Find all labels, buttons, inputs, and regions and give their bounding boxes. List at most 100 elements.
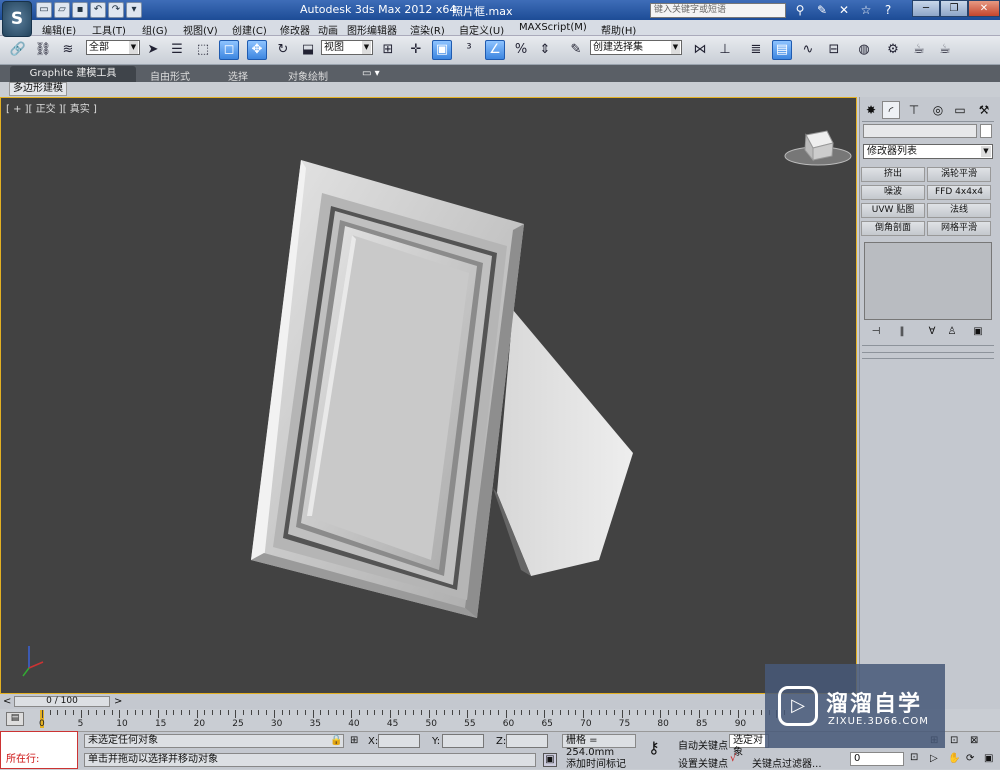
menu-help[interactable]: 帮助(H) [601,22,636,37]
time-config-icon[interactable]: ⊡ [910,752,918,763]
layer-manager-icon[interactable]: ≣ [746,40,766,60]
modifier-stack[interactable] [864,242,992,320]
angle-snap-icon[interactable]: ∠ [485,40,505,60]
utilities-tab-icon[interactable]: ⚒ [975,101,993,119]
time-slider[interactable]: 0 / 100 [14,696,110,707]
modifier-noise-button[interactable]: 噪波 [861,185,925,200]
selection-filter-dropdown[interactable]: 全部 [86,40,140,55]
hierarchy-tab-icon[interactable]: ⊤ [905,101,923,119]
tab-graphite-modeling[interactable]: Graphite 建模工具 [10,66,136,82]
material-editor-icon[interactable]: ◍ [854,40,874,60]
curve-editor-icon[interactable]: ∿ [798,40,818,60]
help-icon[interactable]: ? [880,2,896,18]
remove-modifier-icon[interactable]: ♙ [944,326,960,340]
close-x-icon[interactable]: ✕ [836,2,852,18]
motion-tab-icon[interactable]: ◎ [929,101,947,119]
modifier-uvw-map-button[interactable]: UVW 贴图 [861,203,925,218]
link-icon[interactable]: 🔗 [8,40,28,60]
restore-button[interactable]: ❐ [940,0,968,17]
render-production-icon[interactable]: ☕ [935,40,955,60]
rect-selection-icon[interactable]: ⬚ [193,40,213,60]
menu-views[interactable]: 视图(V) [183,22,218,37]
menu-create[interactable]: 创建(C) [232,22,267,37]
menu-animation[interactable]: 动画 [318,22,338,37]
select-object-icon[interactable]: ➤ [143,40,163,60]
render-setup-icon[interactable]: ⚙ [883,40,903,60]
keyboard-shortcut-icon[interactable]: ▣ [432,40,452,60]
new-icon[interactable]: ▭ [36,2,52,18]
x-coordinate-field[interactable] [378,734,420,748]
save-icon[interactable]: ▪ [72,2,88,18]
menu-rendering[interactable]: 渲染(R) [410,22,445,37]
show-end-result-icon[interactable]: ‖ [894,326,910,340]
close-button[interactable]: ✕ [968,0,1000,17]
select-manipulate-icon[interactable]: ✛ [406,40,426,60]
search-input[interactable]: 键入关键字或短语 [650,3,786,18]
minimize-button[interactable]: ─ [912,0,940,17]
viewport-label[interactable]: [ + ][ 正交 ][ 真实 ] [6,100,97,115]
time-tag-icon[interactable]: ▣ [543,753,557,767]
object-color-swatch[interactable] [980,124,992,138]
modifier-meshsmooth-button[interactable]: 网格平滑 [927,221,991,236]
maximize-toggle-icon[interactable]: ▣ [984,753,993,764]
modifier-bevel-profile-button[interactable]: 倒角剖面 [861,221,925,236]
maximize-viewport-icon[interactable]: ⊠ [970,735,978,746]
redo-icon[interactable]: ↷ [108,2,124,18]
select-and-scale-icon[interactable]: ⬓ [298,40,318,60]
align-icon[interactable]: ⊥ [715,40,735,60]
menu-edit[interactable]: 编辑(E) [42,22,76,37]
undo-icon[interactable]: ↶ [90,2,106,18]
add-time-tag[interactable]: 添加时间标记 [566,755,626,770]
mini-curve-editor-icon[interactable]: ▤ [6,712,24,726]
modifier-normal-button[interactable]: 法线 [927,203,991,218]
orbit-icon[interactable]: ⟳ [966,753,974,764]
menu-modifiers[interactable]: 修改器 [280,22,310,37]
tab-object-paint[interactable]: 对象绘制 [288,68,328,83]
schematic-view-icon[interactable]: ⊟ [824,40,844,60]
window-crossing-icon[interactable]: ◻ [219,40,239,60]
menu-customize[interactable]: 自定义(U) [459,22,504,37]
menu-graph-editors[interactable]: 图形编辑器 [347,22,397,37]
named-selection-dropdown[interactable]: 创建选择集 [590,40,682,55]
modifier-turbosmooth-button[interactable]: 涡轮平滑 [927,167,991,182]
modifier-ffd-button[interactable]: FFD 4x4x4 [927,185,991,200]
make-unique-icon[interactable]: ∀ [924,326,940,340]
select-and-move-icon[interactable]: ✥ [247,40,267,60]
z-coordinate-field[interactable] [506,734,548,748]
select-and-rotate-icon[interactable]: ↻ [273,40,293,60]
auto-key-button[interactable]: 自动关键点 [678,737,728,752]
key-icon[interactable]: ⚷ [648,738,660,757]
snaps-toggle-icon[interactable]: ³ [459,40,479,60]
create-tab-icon[interactable]: ✸ [862,101,880,119]
modifier-extrude-button[interactable]: 挤出 [861,167,925,182]
perspective-viewport[interactable] [0,97,857,694]
lock-icon[interactable]: 🔒 [330,735,342,746]
polygon-modeling-panel[interactable]: 多边形建模 [9,82,67,96]
ribbon-options-icon[interactable]: ▭ ▾ [362,68,380,79]
key-filters-button[interactable]: 关键点过滤器... [752,755,822,770]
spinner-snap-icon[interactable]: ⇕ [535,40,555,60]
star-icon[interactable]: ☆ [858,2,874,18]
object-name-field[interactable] [863,124,977,138]
key-mode-dropdown[interactable]: 选定对象 [729,734,769,758]
percent-snap-icon[interactable]: % [511,40,531,60]
slider-right-arrow-icon[interactable]: > [114,696,122,707]
rendered-frame-icon[interactable]: ☕ [909,40,929,60]
edit-named-selection-icon[interactable]: ✎ [566,40,586,60]
tab-selection[interactable]: 选择 [228,68,248,83]
modifier-list-dropdown[interactable]: 修改器列表 [863,144,993,159]
application-button[interactable]: S [2,1,32,37]
graphite-toggle-icon[interactable]: ▤ [772,40,792,60]
reference-coordinate-dropdown[interactable]: 视图 [321,40,373,55]
configure-sets-icon[interactable]: ▣ [970,326,986,340]
field-of-view-icon[interactable]: ▷ [930,753,938,764]
set-key-button[interactable]: 设置关键点 [678,755,728,770]
viewcube-icon[interactable] [784,130,852,166]
slider-left-arrow-icon[interactable]: < [3,696,11,707]
open-icon[interactable]: ▱ [54,2,70,18]
mirror-icon[interactable]: ⋈ [690,40,710,60]
bind-spacewarp-icon[interactable]: ≋ [58,40,78,60]
menu-tools[interactable]: 工具(T) [92,22,126,37]
unlink-icon[interactable]: ⛓ [33,40,53,60]
absolute-mode-icon[interactable]: ⊞ [350,735,358,746]
